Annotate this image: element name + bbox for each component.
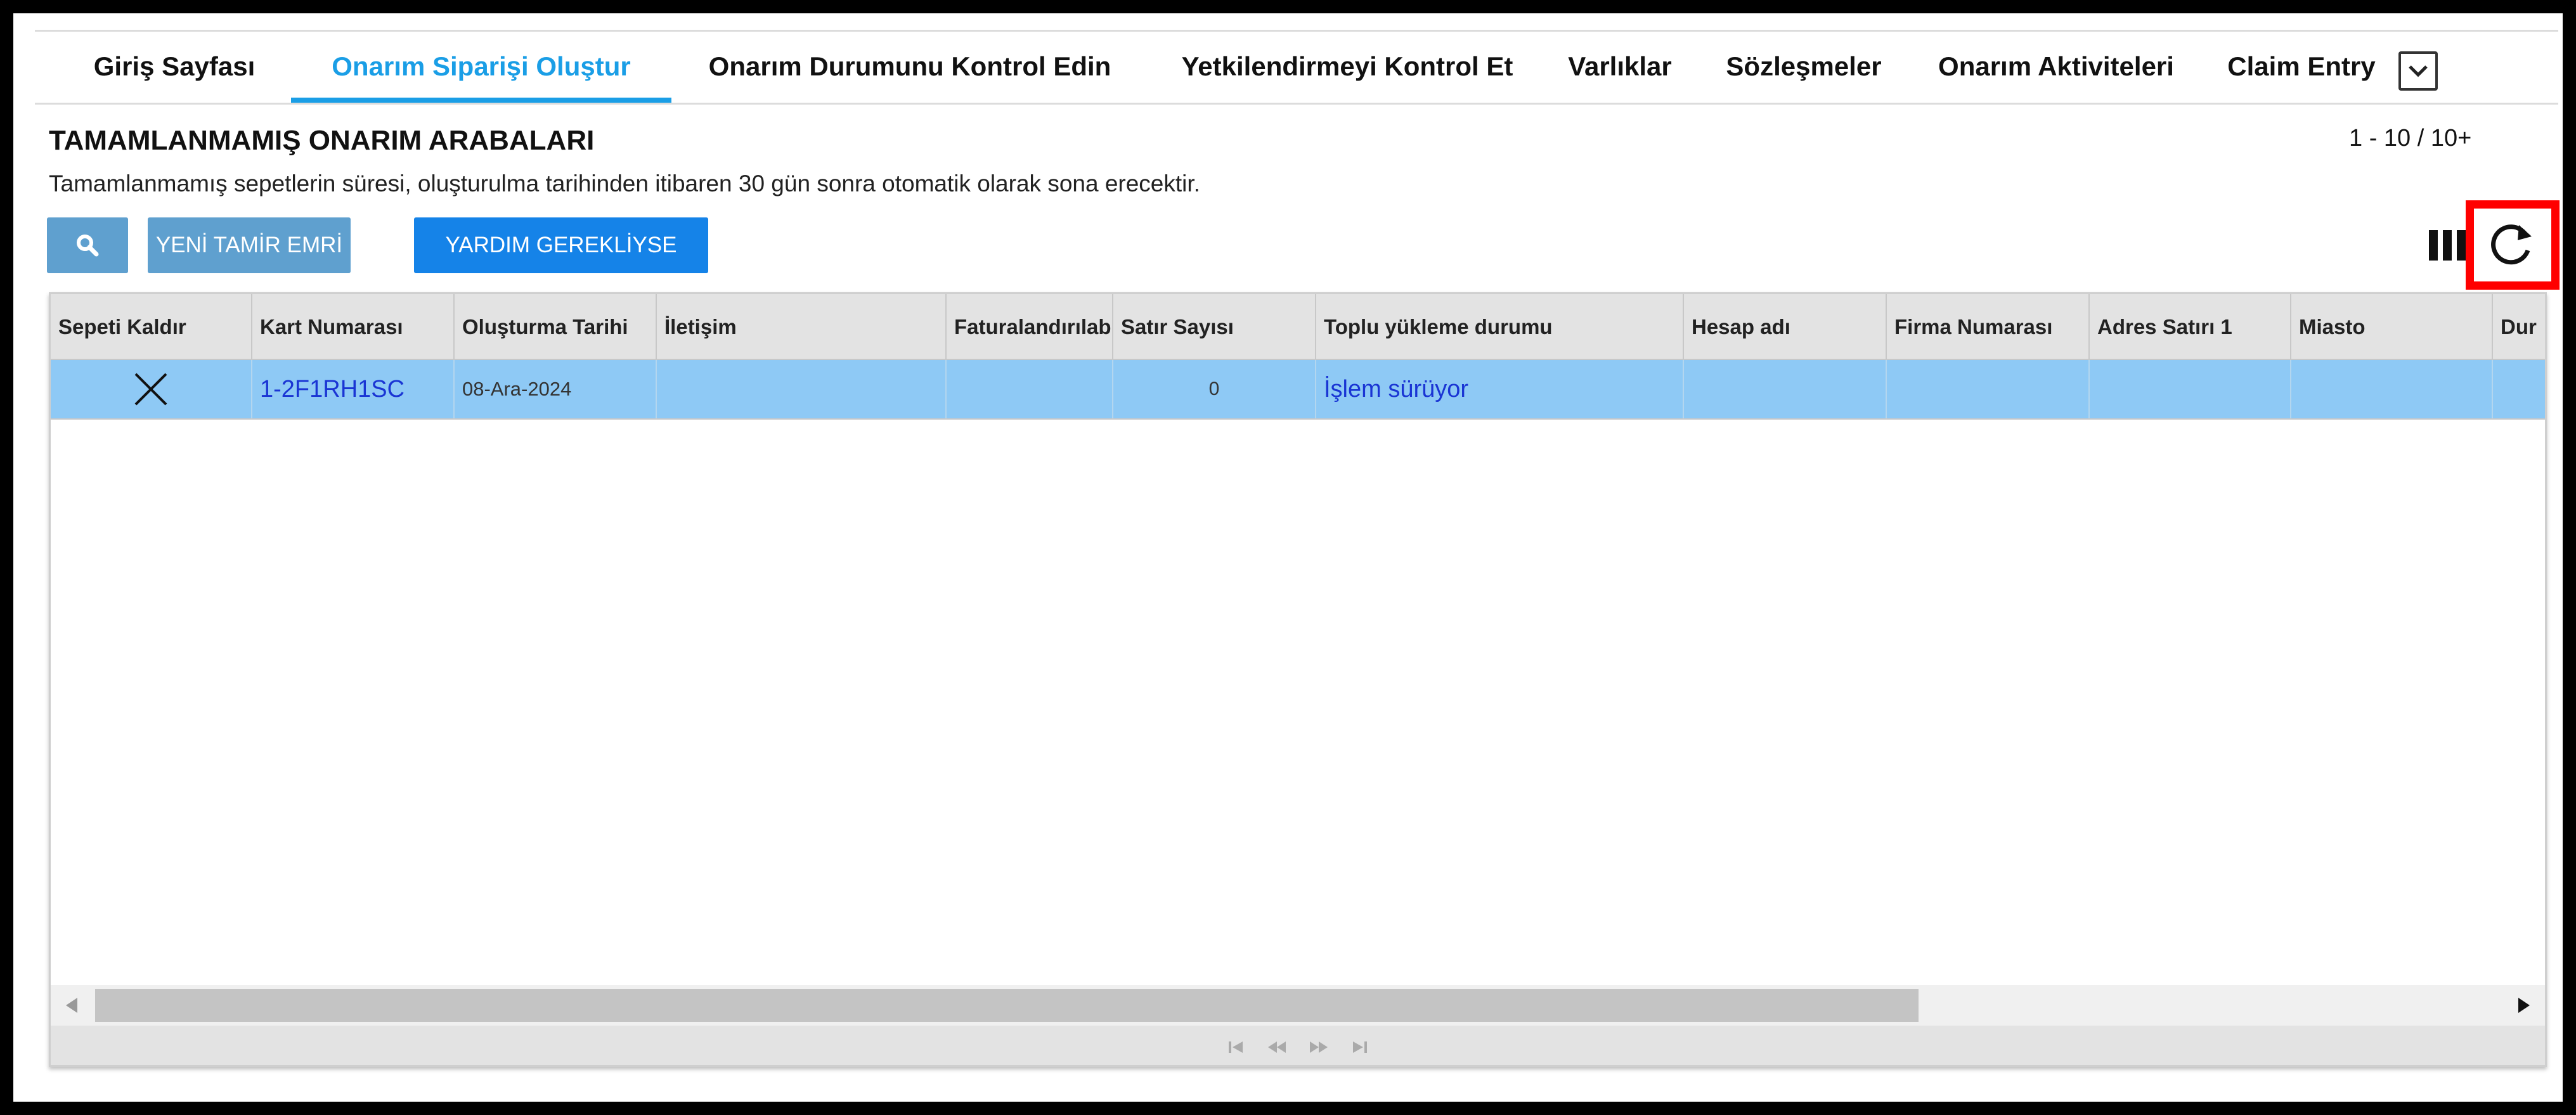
previous-page-icon[interactable] — [1267, 1040, 1287, 1055]
horizontal-scrollbar[interactable] — [51, 985, 2545, 1026]
col-address-line-1[interactable]: Adres Satırı 1 — [2090, 294, 2291, 360]
col-account-name[interactable]: Hesap adı — [1684, 294, 1887, 360]
scrollbar-thumb[interactable] — [95, 989, 1919, 1022]
tab-create-repair-order[interactable]: Onarım Siparişi Oluştur — [291, 32, 671, 103]
tab-repair-activities[interactable]: Onarım Aktiviteleri — [1917, 32, 2196, 103]
last-page-icon[interactable] — [1350, 1040, 1368, 1055]
table-row[interactable]: 1-2F1RH1SC 08-Ara-2024 0 İşlem sürüyor — [51, 360, 2545, 420]
new-repair-order-button[interactable]: YENİ TAMİR EMRİ — [148, 217, 351, 273]
help-button[interactable]: YARDIM GEREKLİYSE — [414, 217, 708, 273]
col-remove-cart[interactable]: Sepeti Kaldır — [51, 294, 252, 360]
page-title: TAMAMLANMAMIŞ ONARIM ARABALARI — [49, 125, 595, 156]
col-card-number[interactable]: Kart Numarası — [252, 294, 455, 360]
repair-carts-grid: Sepeti Kaldır Kart Numarası Oluşturma Ta… — [49, 292, 2547, 1067]
chevron-down-icon — [2409, 65, 2428, 77]
first-page-icon[interactable] — [1227, 1040, 1245, 1055]
col-city[interactable]: Miasto — [2291, 294, 2493, 360]
close-icon — [134, 373, 167, 406]
search-icon — [77, 235, 99, 257]
scroll-left-icon[interactable] — [65, 996, 79, 1014]
col-company-number[interactable]: Firma Numarası — [1887, 294, 2090, 360]
app-frame: Giriş Sayfası Onarım Siparişi Oluştur On… — [13, 13, 2563, 1102]
col-status[interactable]: Dur — [2493, 294, 2545, 360]
tab-claim-entry[interactable]: Claim Entry — [2216, 32, 2387, 103]
card-number-link[interactable]: 1-2F1RH1SC — [252, 360, 455, 418]
refresh-icon[interactable] — [2486, 220, 2537, 271]
contact-cell — [657, 360, 947, 418]
created-date-cell: 08-Ara-2024 — [455, 360, 657, 418]
grid-header: Sepeti Kaldır Kart Numarası Oluşturma Ta… — [51, 294, 2545, 360]
tab-check-authorization[interactable]: Yetkilendirmeyi Kontrol Et — [1144, 32, 1550, 103]
more-tabs-button[interactable] — [2398, 51, 2438, 91]
col-created-date[interactable]: Oluşturma Tarihi — [455, 294, 657, 360]
remove-cart-button[interactable] — [51, 360, 252, 418]
tab-bar: Giriş Sayfası Onarım Siparişi Oluştur On… — [35, 30, 2558, 105]
line-count-cell: 0 — [1113, 360, 1316, 418]
address-line-cell — [2090, 360, 2291, 418]
tab-repair-status[interactable]: Onarım Durumunu Kontrol Edin — [688, 32, 1132, 103]
col-contact[interactable]: İletişim — [657, 294, 947, 360]
search-button[interactable] — [47, 217, 128, 273]
scroll-right-icon[interactable] — [2517, 996, 2531, 1014]
tab-assets[interactable]: Varlıklar — [1557, 32, 1683, 103]
bulk-status-link[interactable]: İşlem sürüyor — [1316, 360, 1684, 418]
tab-home[interactable]: Giriş Sayfası — [79, 32, 269, 103]
col-line-count[interactable]: Satır Sayısı — [1113, 294, 1316, 360]
pagination-bar — [51, 1026, 2545, 1065]
city-cell — [2291, 360, 2493, 418]
record-count: 1 - 10 / 10+ — [2349, 125, 2472, 151]
page-description: Tamamlanmamış sepetlerin süresi, oluştur… — [49, 171, 1200, 197]
next-page-icon[interactable] — [1309, 1040, 1329, 1055]
col-bulk-status[interactable]: Toplu yükleme durumu — [1316, 294, 1684, 360]
billable-cell — [947, 360, 1113, 418]
account-name-cell — [1684, 360, 1887, 418]
status-cell — [2493, 360, 2545, 418]
company-number-cell — [1887, 360, 2090, 418]
col-billable[interactable]: Faturalandırılab — [947, 294, 1113, 360]
tab-contracts[interactable]: Sözleşmeler — [1709, 32, 1899, 103]
